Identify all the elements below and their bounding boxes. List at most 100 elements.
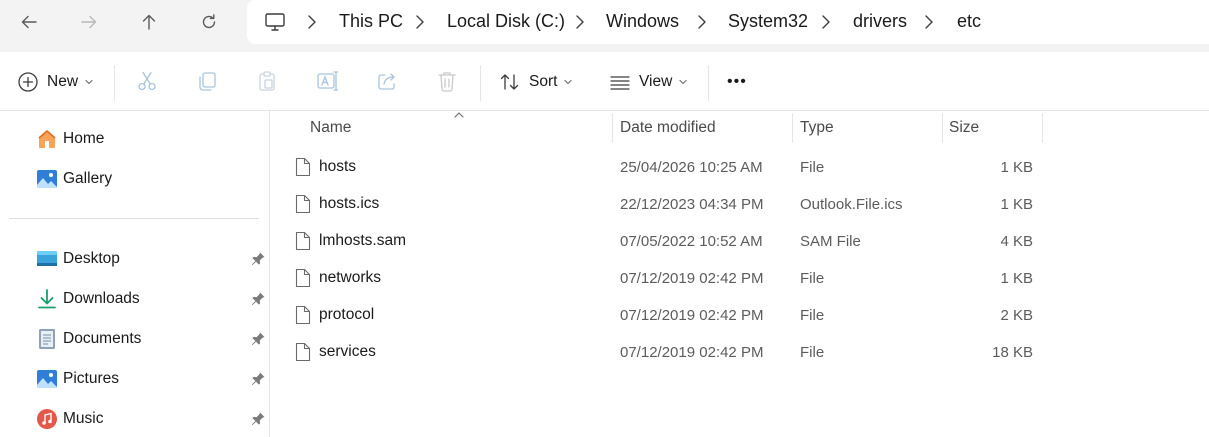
- sidebar-item-label: Desktop: [63, 250, 120, 267]
- sidebar-item-gallery[interactable]: Gallery: [36, 164, 266, 194]
- pin-icon[interactable]: [250, 411, 266, 427]
- new-label: New: [47, 72, 79, 90]
- file-date: 07/12/2019 02:42 PM: [620, 306, 764, 324]
- chevron-right-icon[interactable]: [413, 13, 427, 31]
- column-header-type[interactable]: Type: [800, 111, 834, 145]
- more-options-button[interactable]: •••: [727, 52, 747, 111]
- chevron-down-icon: [679, 79, 687, 84]
- sidebar-item-home[interactable]: Home: [36, 124, 266, 154]
- file-type: File: [800, 306, 825, 324]
- sidebar-item-label: Home: [63, 130, 105, 147]
- file-row-services[interactable]: services 07/12/2019 02:42 PM File 18 KB: [271, 334, 1209, 370]
- breadcrumb-system32[interactable]: System32: [728, 11, 808, 32]
- sidebar-item-downloads[interactable]: Downloads: [36, 284, 266, 314]
- file-name: hosts.ics: [319, 195, 380, 212]
- file-type: File: [800, 343, 825, 361]
- sidebar-item-pictures[interactable]: Pictures: [36, 364, 266, 394]
- file-row-protocol[interactable]: protocol 07/12/2019 02:42 PM File 2 KB: [271, 297, 1209, 333]
- sidebar-item-label: Gallery: [63, 170, 113, 187]
- forward-button[interactable]: [71, 6, 107, 38]
- column-separator[interactable]: [612, 113, 613, 143]
- file-name-cell: services: [295, 334, 376, 370]
- file-name: networks: [319, 269, 382, 286]
- computer-icon[interactable]: [264, 11, 286, 37]
- file-date: 25/04/2026 10:25 AM: [620, 158, 763, 176]
- copy-icon: [199, 72, 216, 91]
- file-icon: [295, 342, 311, 362]
- file-name: lmhosts.sam: [319, 232, 406, 249]
- new-button[interactable]: New: [17, 52, 94, 111]
- sidebar-item-label: Pictures: [63, 370, 119, 387]
- chevron-down-icon: [85, 79, 93, 84]
- column-separator[interactable]: [792, 113, 793, 143]
- up-button[interactable]: [131, 6, 167, 38]
- navigation-pane: Home Gallery Desktop Downloads Documents…: [0, 111, 270, 437]
- file-name: services: [319, 343, 376, 360]
- file-icon: [295, 305, 311, 325]
- back-button[interactable]: [11, 6, 47, 38]
- column-header-date-modified[interactable]: Date modified: [620, 111, 716, 145]
- sidebar-item-desktop[interactable]: Desktop: [36, 244, 266, 274]
- file-row-hosts-ics[interactable]: hosts.ics 22/12/2023 04:34 PM Outlook.Fi…: [271, 186, 1209, 222]
- breadcrumb-etc[interactable]: etc: [957, 11, 981, 32]
- chevron-right-icon[interactable]: [573, 13, 587, 31]
- column-header-name[interactable]: Name: [310, 111, 351, 145]
- pin-icon[interactable]: [250, 371, 266, 387]
- pin-icon[interactable]: [250, 251, 266, 267]
- paste-button[interactable]: [254, 68, 280, 94]
- pin-icon[interactable]: [250, 331, 266, 347]
- chevron-right-icon[interactable]: [695, 13, 709, 31]
- cut-button[interactable]: [134, 68, 160, 94]
- file-icon: [295, 268, 311, 288]
- file-date: 22/12/2023 04:34 PM: [620, 195, 764, 213]
- breadcrumb-windows[interactable]: Windows: [606, 11, 679, 32]
- file-size: 2 KB: [1000, 306, 1033, 324]
- chevron-right-icon[interactable]: [819, 13, 833, 31]
- file-size: 1 KB: [1000, 269, 1033, 287]
- breadcrumb-this-pc[interactable]: This PC: [339, 11, 403, 32]
- file-date: 07/12/2019 02:42 PM: [620, 269, 764, 287]
- rename-button[interactable]: [314, 68, 340, 94]
- file-date: 07/12/2019 02:42 PM: [620, 343, 764, 361]
- pictures-icon: [36, 368, 58, 390]
- file-name-cell: protocol: [295, 297, 374, 333]
- sidebar-item-documents[interactable]: Documents: [36, 324, 266, 354]
- share-icon: [378, 73, 395, 90]
- refresh-icon: [202, 14, 216, 29]
- breadcrumb-drivers[interactable]: drivers: [853, 11, 907, 32]
- column-header-size[interactable]: Size: [949, 111, 979, 145]
- trash-icon: [438, 72, 456, 92]
- rename-icon: [317, 71, 338, 91]
- arrow-right-icon: [81, 15, 97, 29]
- file-size: 4 KB: [1000, 232, 1033, 250]
- file-row-networks[interactable]: networks 07/12/2019 02:42 PM File 1 KB: [271, 260, 1209, 296]
- file-type: File: [800, 269, 825, 287]
- file-size: 1 KB: [1000, 158, 1033, 176]
- column-header-label: Type: [800, 119, 834, 136]
- breadcrumb-local-disk[interactable]: Local Disk (C:): [447, 11, 565, 32]
- plus-circle-icon: [18, 71, 38, 92]
- sidebar-item-music[interactable]: Music: [36, 404, 266, 434]
- sidebar-item-label: Downloads: [63, 290, 140, 307]
- file-name-cell: hosts: [295, 149, 356, 185]
- pin-icon[interactable]: [250, 291, 266, 307]
- chevron-right-icon[interactable]: [305, 13, 319, 31]
- sort-button[interactable]: Sort: [499, 52, 573, 111]
- sort-label: Sort: [529, 72, 558, 90]
- chevron-right-icon[interactable]: [922, 13, 936, 31]
- file-name: protocol: [319, 306, 375, 323]
- sidebar-item-label: Music: [63, 410, 104, 427]
- delete-button[interactable]: [434, 68, 460, 94]
- share-button[interactable]: [374, 68, 400, 94]
- column-separator[interactable]: [942, 113, 943, 143]
- column-separator[interactable]: [1042, 113, 1043, 143]
- arrow-up-icon: [142, 14, 156, 30]
- file-row-hosts[interactable]: hosts 25/04/2026 10:25 AM File 1 KB: [271, 149, 1209, 185]
- file-icon: [295, 194, 311, 214]
- copy-button[interactable]: [194, 68, 220, 94]
- address-bar[interactable]: This PC Local Disk (C:) Windows System32…: [247, 0, 1209, 44]
- arrow-left-icon: [21, 15, 37, 29]
- view-button[interactable]: View: [609, 52, 688, 111]
- file-row-lmhosts-sam[interactable]: lmhosts.sam 07/05/2022 10:52 AM SAM File…: [271, 223, 1209, 259]
- refresh-button[interactable]: [191, 6, 227, 38]
